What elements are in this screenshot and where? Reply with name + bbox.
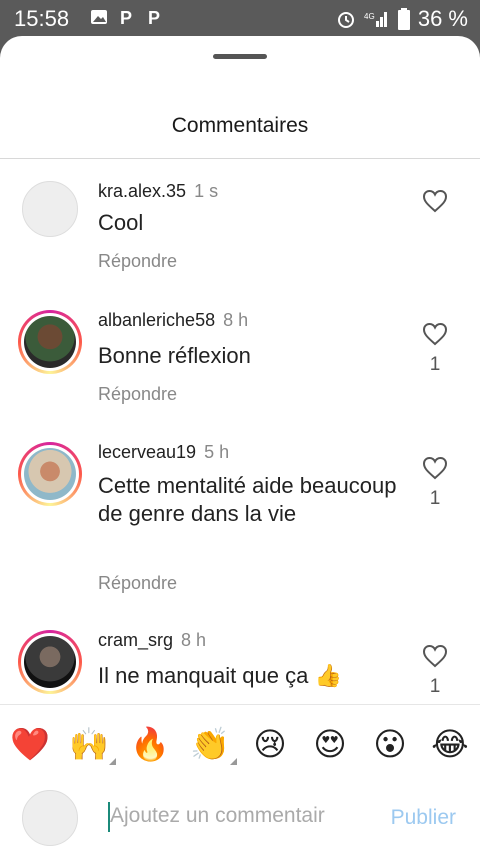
heart-icon[interactable]	[422, 322, 448, 346]
comment-text: Il ne manquait que ça 👍	[98, 663, 342, 688]
signal-icon: 4G	[364, 12, 387, 27]
avatar[interactable]	[18, 442, 82, 506]
avatar[interactable]	[18, 310, 82, 374]
reply-button[interactable]: Répondre	[98, 573, 177, 594]
avatar	[22, 790, 78, 846]
emoji-fire[interactable]: 🔥	[129, 723, 171, 765]
comment-time: 5 h	[204, 442, 230, 462]
battery-icon	[397, 8, 410, 30]
svg-text:4G: 4G	[364, 12, 375, 21]
variant-indicator	[109, 758, 116, 765]
p-icon: P	[148, 8, 160, 26]
status-left-icons: P P	[90, 8, 164, 26]
p-icon: P	[120, 8, 132, 26]
battery-level: 36 %	[417, 6, 468, 31]
heart-icon[interactable]	[422, 456, 448, 480]
reply-button[interactable]: Répondre	[98, 384, 177, 405]
like-count: 1	[429, 676, 441, 697]
sheet-title: Commentaires	[171, 114, 309, 137]
emoji-crying[interactable]: 😢	[249, 723, 291, 765]
comment-time: 8 h	[181, 630, 207, 650]
emoji-raising-hands-glyph: 🙌	[69, 725, 109, 763]
emoji-surprised[interactable]: 😮	[369, 723, 411, 765]
like-count: 1	[429, 488, 441, 509]
emoji-raising-hands[interactable]: 🙌	[68, 723, 116, 765]
comment-username[interactable]: albanleriche58	[98, 310, 215, 330]
comment-time: 8 h	[223, 310, 249, 330]
emoji-laughing[interactable]: 😂	[429, 723, 471, 765]
status-bar: 15:58 P P 4G 36 %	[0, 0, 480, 36]
heart-icon[interactable]	[422, 189, 448, 213]
publish-button[interactable]: Publier	[391, 806, 456, 830]
comment-composer: Publier	[0, 778, 480, 854]
comment-username[interactable]: cram_srg	[98, 630, 173, 650]
status-time: 15:58	[14, 6, 70, 31]
title-divider	[0, 158, 480, 159]
svg-text:P: P	[120, 8, 132, 26]
image-icon	[91, 10, 107, 24]
emoji-heart-eyes[interactable]: 😍	[309, 723, 351, 765]
heart-icon[interactable]	[422, 644, 448, 668]
drag-handle[interactable]	[213, 54, 267, 59]
comment-username[interactable]: lecerveau19	[98, 442, 196, 462]
variant-indicator	[230, 758, 237, 765]
emoji-heart[interactable]: ❤️	[9, 723, 51, 765]
avatar[interactable]	[22, 181, 78, 237]
emoji-clapping-glyph: 👏	[190, 725, 230, 763]
avatar[interactable]	[18, 630, 82, 694]
comment-username[interactable]: kra.alex.35	[98, 181, 186, 201]
alarm-icon	[337, 12, 354, 28]
like-count: 1	[429, 354, 441, 375]
comments-sheet: Commentaires kra.alex.35 1 s Cool Répondr…	[0, 36, 480, 854]
comment-time: 1 s	[194, 181, 219, 201]
comment-text: Bonne réflexion	[98, 343, 251, 368]
svg-text:P: P	[148, 8, 160, 26]
comment-text: Cette mentalité aide beaucoup de genre d…	[98, 473, 397, 526]
status-right: 4G 36 %	[336, 6, 468, 32]
emoji-bar: ❤️ 🙌 🔥 👏 😢 😍 😮 😂	[0, 704, 480, 780]
reply-button[interactable]: Répondre	[98, 251, 177, 272]
comment-text: Cool	[98, 210, 144, 235]
emoji-clapping[interactable]: 👏	[189, 723, 237, 765]
comment-input[interactable]	[110, 804, 370, 828]
